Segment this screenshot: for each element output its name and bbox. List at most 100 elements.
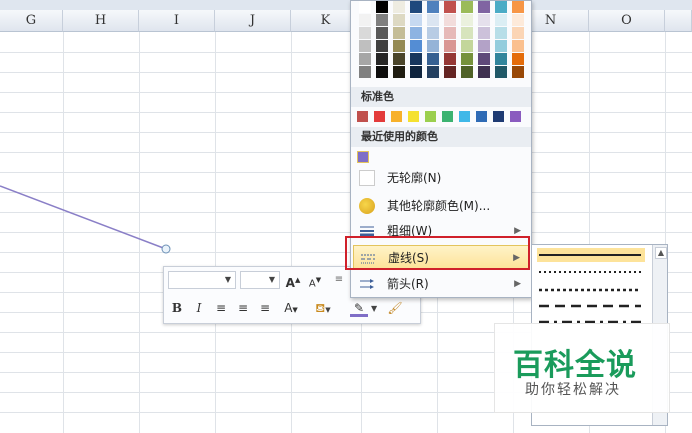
theme-color-column[interactable] [512,1,524,79]
color-swatch[interactable] [376,14,388,26]
color-swatch[interactable] [359,40,371,52]
color-swatch[interactable] [478,40,490,52]
fill-color-icon[interactable]: ⛾▼ [314,299,332,317]
color-swatch[interactable] [512,53,524,65]
scroll-up-icon[interactable]: ▲ [655,247,667,259]
color-swatch[interactable] [410,66,422,78]
theme-color-column[interactable] [359,1,371,79]
color-swatch[interactable] [495,1,507,13]
align-right-icon[interactable]: ≡ [256,299,274,317]
color-swatch[interactable] [444,14,456,26]
grow-font-icon[interactable]: A▲ [284,271,302,290]
color-swatch[interactable] [410,27,422,39]
color-swatch[interactable] [427,66,439,78]
italic-icon[interactable]: I [190,299,208,317]
color-swatch[interactable] [359,53,371,65]
color-swatch[interactable] [444,53,456,65]
color-swatch[interactable] [444,1,456,13]
standard-color-swatch[interactable] [493,111,504,122]
color-swatch[interactable] [478,53,490,65]
color-swatch[interactable] [444,66,456,78]
menu-item-arrows[interactable]: 箭头(R) ▶ [353,272,529,296]
theme-color-column[interactable] [393,1,405,79]
color-swatch[interactable] [427,53,439,65]
theme-color-column[interactable] [495,1,507,79]
theme-color-column[interactable] [410,1,422,79]
standard-color-swatch[interactable] [459,111,470,122]
standard-color-swatch[interactable] [425,111,436,122]
dash-option-dash[interactable] [537,299,645,313]
color-swatch[interactable] [478,14,490,26]
standard-color-swatch[interactable] [442,111,453,122]
color-swatch[interactable] [495,66,507,78]
color-swatch[interactable] [410,40,422,52]
color-swatch[interactable] [478,27,490,39]
color-swatch[interactable] [393,53,405,65]
menu-item-more-colors[interactable]: 其他轮廓颜色(M)... [353,194,529,218]
outline-color-dropdown-icon[interactable]: ▼ [371,304,377,313]
color-swatch[interactable] [461,53,473,65]
color-swatch[interactable] [376,27,388,39]
dash-option-solid-row[interactable] [537,248,645,262]
color-swatch[interactable] [461,66,473,78]
font-name-combo[interactable]: ▼ [168,271,236,289]
color-swatch[interactable] [444,27,456,39]
theme-color-column[interactable] [461,1,473,79]
color-swatch[interactable] [512,14,524,26]
format-painter-icon[interactable]: 🖌 [386,299,404,317]
color-swatch[interactable] [393,14,405,26]
color-swatch[interactable] [427,27,439,39]
color-swatch[interactable] [410,1,422,13]
color-swatch[interactable] [512,1,524,13]
color-swatch[interactable] [393,66,405,78]
color-swatch[interactable] [495,14,507,26]
font-color-icon[interactable]: A▼ [282,299,300,317]
color-swatch[interactable] [478,1,490,13]
color-swatch[interactable] [461,14,473,26]
recent-color-swatch[interactable] [357,151,369,163]
color-swatch[interactable] [359,27,371,39]
shrink-font-icon[interactable]: A▼ [306,271,324,289]
color-swatch[interactable] [427,40,439,52]
color-swatch[interactable] [393,27,405,39]
color-swatch[interactable] [461,40,473,52]
color-swatch[interactable] [376,66,388,78]
align-center-icon[interactable]: ≡ [234,299,252,317]
standard-color-swatch[interactable] [510,111,521,122]
standard-color-swatch[interactable] [408,111,419,122]
color-swatch[interactable] [376,40,388,52]
color-swatch[interactable] [478,66,490,78]
standard-color-swatch[interactable] [357,111,368,122]
color-swatch[interactable] [359,1,371,13]
color-swatch[interactable] [512,27,524,39]
dash-option-square-dot[interactable] [537,283,645,297]
theme-color-column[interactable] [444,1,456,79]
indent-icon[interactable]: ≡ [330,271,348,289]
color-swatch[interactable] [461,27,473,39]
outline-color-icon[interactable]: ✎ [350,299,368,317]
color-swatch[interactable] [376,1,388,13]
color-swatch[interactable] [427,14,439,26]
theme-color-column[interactable] [478,1,490,79]
color-swatch[interactable] [444,40,456,52]
align-left-icon[interactable]: ≡ [212,299,230,317]
color-swatch[interactable] [393,40,405,52]
color-swatch[interactable] [359,66,371,78]
standard-color-swatch[interactable] [374,111,385,122]
standard-color-swatch[interactable] [391,111,402,122]
dash-option-round-dot[interactable] [537,265,645,279]
color-swatch[interactable] [495,27,507,39]
color-swatch[interactable] [461,1,473,13]
menu-item-no-outline[interactable]: 无轮廓(N) [353,166,529,190]
color-swatch[interactable] [376,53,388,65]
color-swatch[interactable] [359,14,371,26]
standard-color-swatch[interactable] [476,111,487,122]
color-swatch[interactable] [495,53,507,65]
theme-color-column[interactable] [427,1,439,79]
theme-color-column[interactable] [376,1,388,79]
color-swatch[interactable] [393,1,405,13]
color-swatch[interactable] [495,40,507,52]
color-swatch[interactable] [512,40,524,52]
color-swatch[interactable] [427,1,439,13]
color-swatch[interactable] [410,53,422,65]
